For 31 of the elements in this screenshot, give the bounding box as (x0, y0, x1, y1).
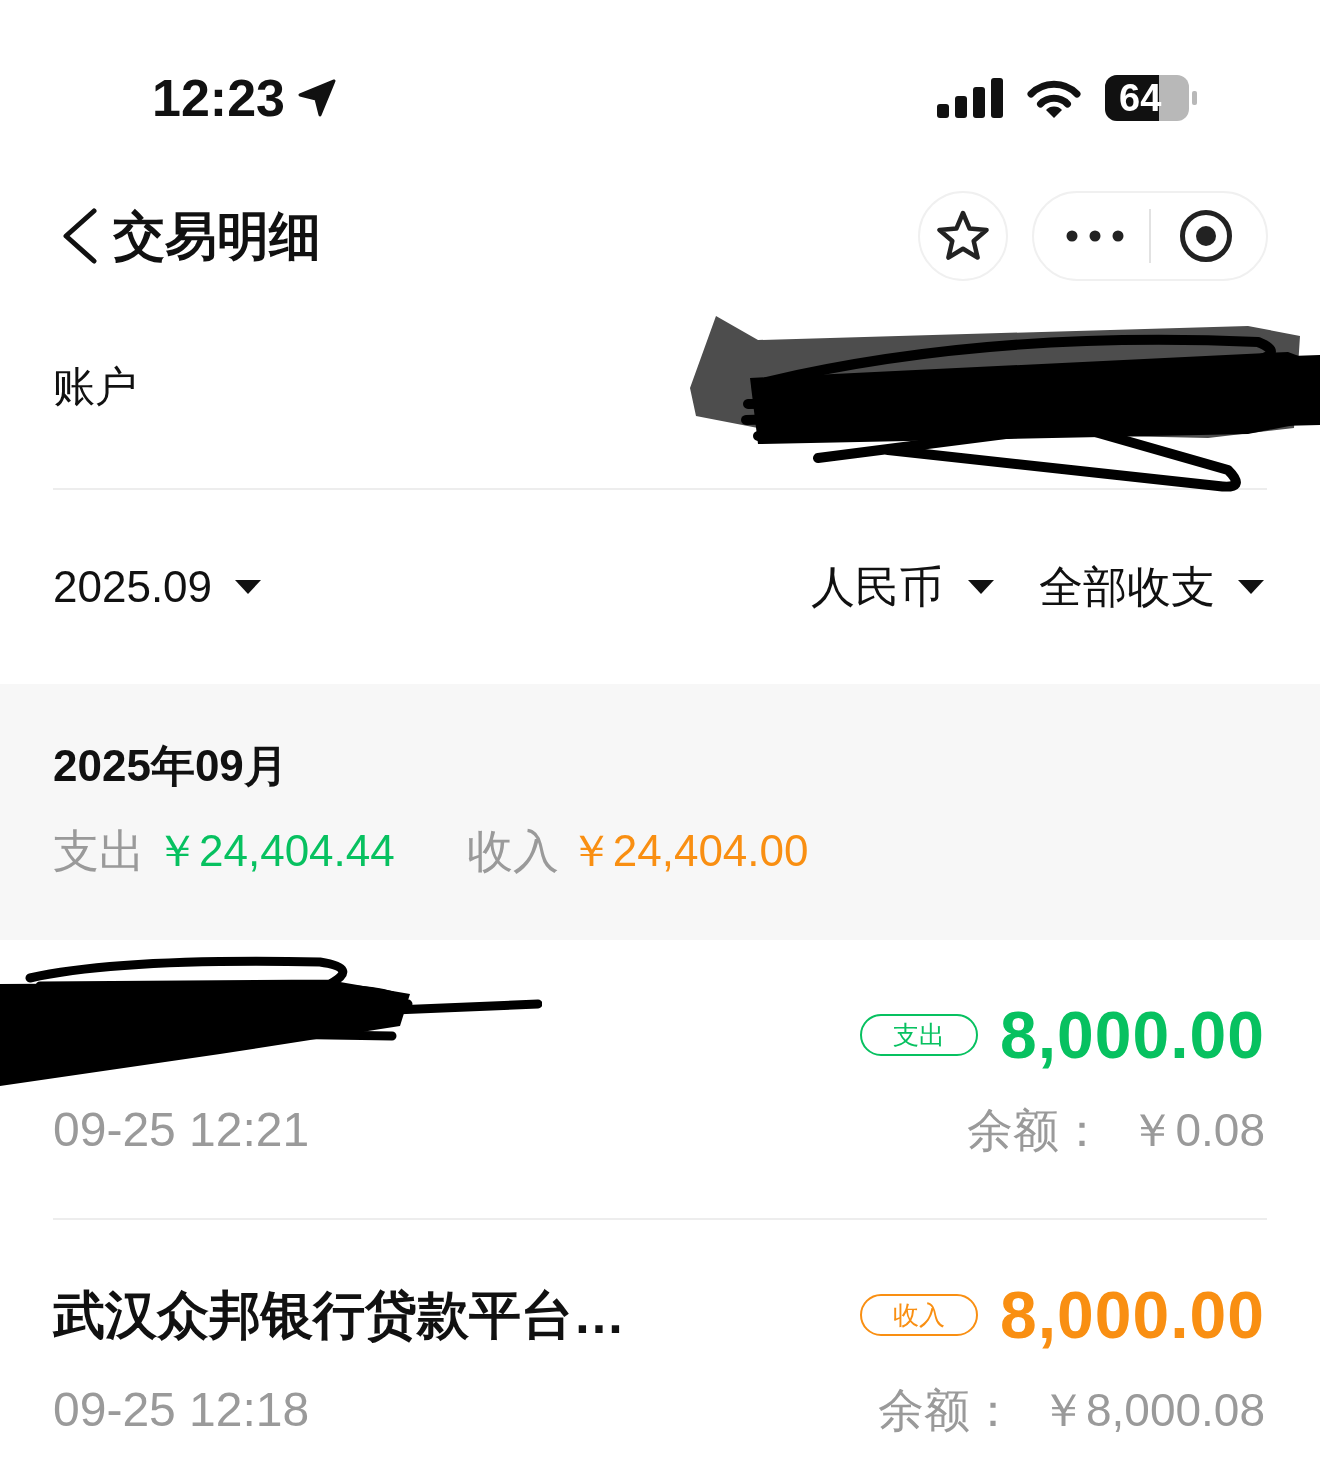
caret-down-icon (234, 579, 263, 595)
caret-down-icon (1237, 579, 1265, 595)
transaction-type-tag: 支出 (860, 1014, 979, 1056)
star-icon (936, 210, 990, 262)
type-filter[interactable]: 全部收支 (1039, 565, 1265, 609)
page-title: 交易明细 (113, 210, 321, 262)
back-icon[interactable] (60, 208, 98, 264)
income-total: ￥24,404.00 (568, 829, 809, 873)
month-heading: 2025年09月 (53, 740, 288, 792)
income-label: 收入 (466, 828, 559, 874)
transaction-type-tag: 收入 (860, 1294, 979, 1336)
balance-label: 余额： (877, 1387, 1016, 1433)
signal-icon (937, 78, 1003, 118)
transaction-title: 武汉众邦银行贷款平台… (53, 1289, 625, 1341)
currency-filter[interactable]: 人民币 (811, 565, 995, 609)
balance-amount: ￥8,000.08 (1039, 1387, 1265, 1433)
transaction-time: 09-25 12:18 (53, 1386, 310, 1434)
balance-amount: ￥0.08 (1129, 1107, 1265, 1153)
circle-dot-icon (1178, 209, 1233, 263)
transaction-amount: 8,000.00 (1000, 1282, 1265, 1348)
status-time: 12:23 (152, 72, 285, 124)
caret-down-icon (967, 579, 995, 595)
more-icon (1065, 230, 1124, 242)
month-filter[interactable]: 2025.09 (53, 565, 263, 609)
balance-label: 余额： (967, 1107, 1106, 1153)
expense-total: ￥24,404.44 (155, 829, 395, 873)
expense-label: 支出 (53, 828, 145, 874)
location-arrow-icon (297, 78, 337, 118)
account-label: 账户 (53, 366, 137, 408)
transaction-amount: 8,000.00 (1000, 1002, 1265, 1068)
transaction-time: 09-25 12:21 (53, 1106, 310, 1154)
